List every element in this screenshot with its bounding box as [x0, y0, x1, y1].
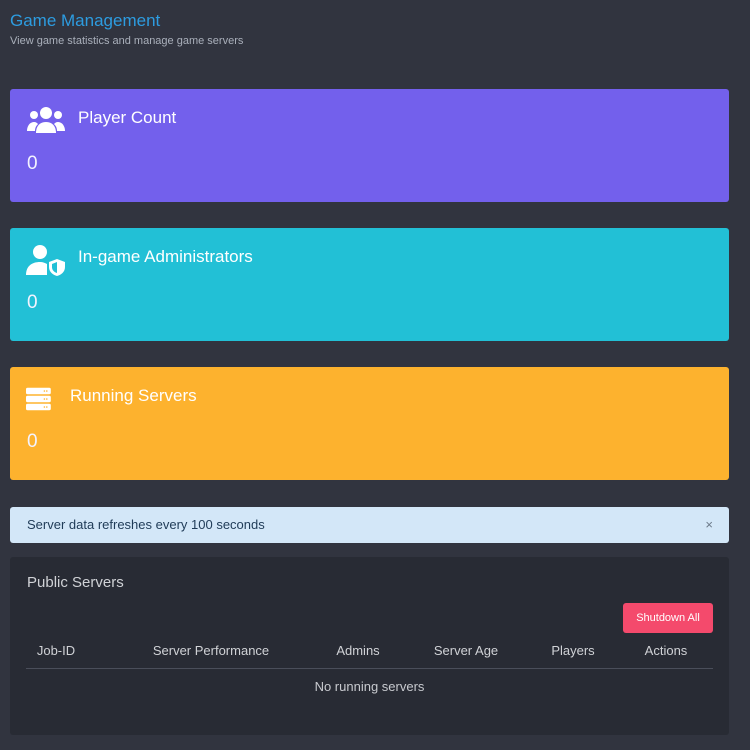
table-divider — [26, 668, 713, 669]
refresh-alert: Server data refreshes every 100 seconds … — [10, 507, 729, 543]
alert-text: Server data refreshes every 100 seconds — [27, 517, 265, 532]
close-icon[interactable]: × — [705, 517, 713, 532]
column-header-server-age: Server Age — [433, 643, 499, 658]
shutdown-all-button[interactable]: Shutdown All — [623, 603, 713, 633]
users-icon — [27, 107, 65, 133]
card-value: 0 — [27, 153, 38, 174]
column-header-admins: Admins — [336, 643, 380, 658]
empty-state: No running servers — [314, 679, 425, 694]
card-title: Player Count — [78, 108, 177, 127]
card-value: 0 — [27, 431, 38, 452]
column-header-actions: Actions — [644, 643, 688, 658]
user-shield-icon — [26, 245, 65, 276]
card-title: Running Servers — [70, 386, 197, 405]
public-servers-panel: Public Servers Shutdown All Job-ID Serve… — [10, 557, 729, 735]
player-count-card: Player Count 0 — [10, 89, 729, 202]
page-subtitle: View game statistics and manage game ser… — [10, 35, 244, 47]
server-icon — [26, 387, 51, 411]
running-servers-card: Running Servers 0 — [10, 367, 729, 480]
card-value: 0 — [27, 292, 38, 313]
panel-title: Public Servers — [27, 574, 124, 591]
column-header-job-id: Job-ID — [36, 643, 76, 658]
page-title: Game Management — [10, 11, 161, 30]
column-header-performance: Server Performance — [152, 643, 270, 658]
admins-card: In-game Administrators 0 — [10, 228, 729, 341]
column-header-players: Players — [551, 643, 595, 658]
card-title: In-game Administrators — [78, 247, 253, 266]
